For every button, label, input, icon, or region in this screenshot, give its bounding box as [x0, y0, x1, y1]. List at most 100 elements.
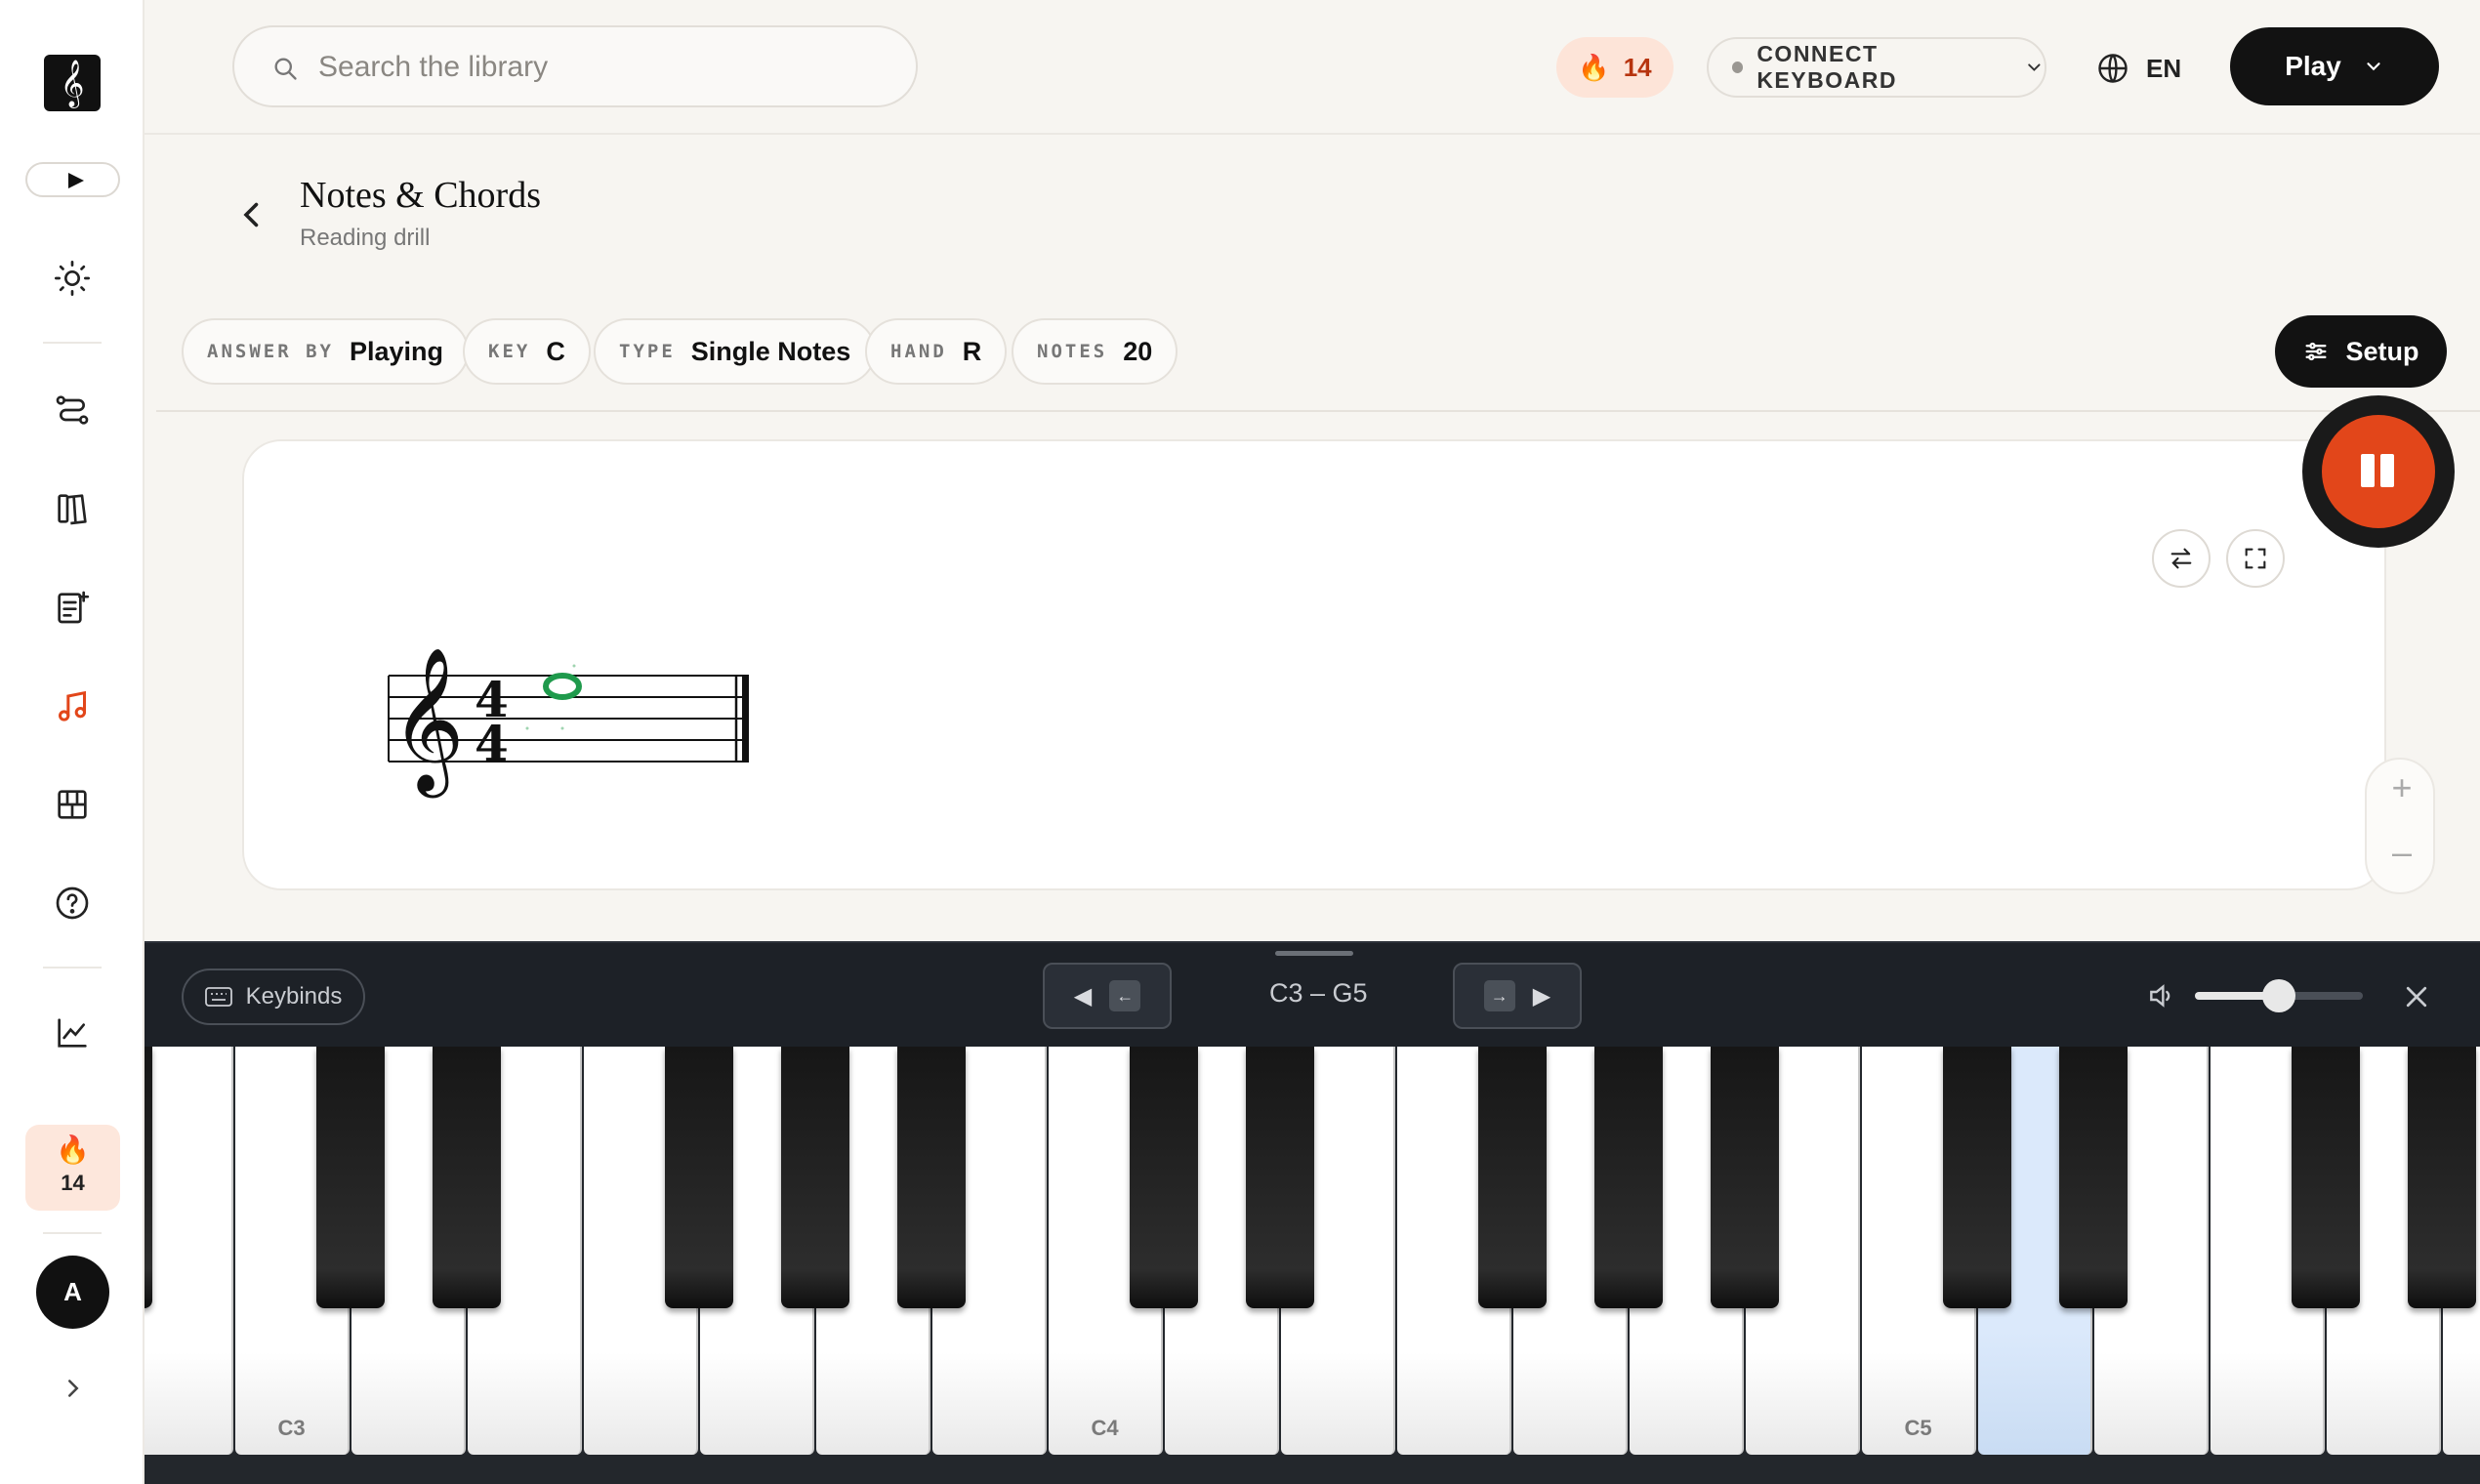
octave-down-button[interactable]: ◀ ← — [1043, 963, 1172, 1029]
triangle-right-icon: ▶ — [1532, 982, 1551, 1010]
sidebar-divider — [43, 1232, 102, 1234]
streak-count: 14 — [61, 1171, 85, 1195]
key-label: C5 — [1904, 1416, 1932, 1440]
flame-icon: 🔥 — [1578, 52, 1610, 82]
page-subtitle: Reading drill — [300, 225, 431, 251]
chart-icon[interactable] — [51, 1011, 94, 1054]
keycap: → — [1483, 980, 1515, 1011]
fullscreen-icon — [2245, 548, 2266, 569]
white-key-b2[interactable] — [145, 1047, 233, 1455]
connect-keyboard-label: CONNECT KEYBOARD — [1757, 41, 1897, 93]
chip-answer-by[interactable]: ANSWER BY Playing — [182, 318, 469, 385]
black-key-gs4[interactable] — [1594, 1047, 1663, 1308]
play-menu-button[interactable]: Play — [2230, 27, 2439, 105]
chip-key-signature[interactable]: KEY C — [463, 318, 591, 385]
time-signature-bottom: 4 — [475, 715, 509, 772]
page-title: Notes & Chords — [300, 175, 541, 216]
search-box[interactable] — [232, 25, 918, 107]
black-key-as2[interactable] — [145, 1047, 152, 1308]
drag-handle[interactable] — [1275, 951, 1353, 956]
black-key-gs5[interactable] — [2408, 1047, 2476, 1308]
piano-toolbar: Keybinds ◀ ← C3 – G5 → ▶ — [145, 941, 2480, 1047]
keyboard-range: C3 – G5 — [1269, 978, 1368, 1008]
connection-status-dot — [1732, 62, 1744, 73]
chip-type[interactable]: TYPE Single Notes — [594, 318, 877, 385]
music-staff: 𝄞 4 4 — [388, 646, 749, 798]
setup-button[interactable]: Setup — [2275, 315, 2447, 388]
volume-thumb[interactable] — [2262, 979, 2295, 1012]
zoom-in-icon[interactable]: + — [2367, 767, 2437, 808]
chip-value: C — [546, 336, 565, 366]
path-icon[interactable] — [51, 389, 94, 432]
black-key-cs5[interactable] — [1943, 1047, 2011, 1308]
piano-keyboard: C3 C4 C5 — [145, 1047, 2480, 1484]
black-key-cs4[interactable] — [1130, 1047, 1198, 1308]
chip-key: TYPE — [619, 341, 676, 362]
pause-button[interactable] — [2302, 395, 2455, 548]
close-icon[interactable] — [2402, 982, 2431, 1011]
library-icon[interactable] — [51, 487, 94, 530]
octave-up-button[interactable]: → ▶ — [1453, 963, 1582, 1029]
chip-key: HAND — [890, 341, 947, 362]
chip-hand[interactable]: HAND R — [865, 318, 1008, 385]
sun-icon[interactable] — [51, 257, 94, 300]
streak-badge[interactable]: 🔥 14 — [1556, 37, 1674, 98]
piano-icon[interactable] — [51, 783, 94, 826]
black-key-fs4[interactable] — [1478, 1047, 1547, 1308]
sidebar-divider — [43, 342, 102, 344]
black-key-fs3[interactable] — [665, 1047, 733, 1308]
fullscreen-button[interactable] — [2226, 529, 2285, 588]
sidebar-streak[interactable]: 🔥 14 — [25, 1125, 120, 1211]
quick-play-button[interactable] — [25, 162, 120, 197]
expand-sidebar-icon[interactable] — [59, 1371, 88, 1406]
language-label: EN — [2146, 53, 2182, 83]
chevron-down-icon — [2367, 62, 2380, 71]
flame-icon: 🔥 — [56, 1134, 90, 1165]
black-key-as4[interactable] — [1711, 1047, 1779, 1308]
language-selector[interactable]: EN — [2095, 43, 2181, 94]
stave-card: 𝄞 4 4 — [242, 439, 2386, 890]
black-key-gs3[interactable] — [781, 1047, 849, 1308]
back-icon[interactable] — [234, 195, 269, 234]
black-key-cs3[interactable] — [316, 1047, 385, 1308]
search-icon — [274, 58, 297, 80]
chip-value: Playing — [349, 336, 443, 366]
music-note-icon[interactable] — [51, 684, 94, 727]
chip-value: 20 — [1123, 336, 1153, 366]
volume-icon[interactable] — [2144, 980, 2179, 1011]
chip-value: Single Notes — [690, 336, 851, 366]
chip-key: ANSWER BY — [207, 341, 334, 362]
sidebar: 𝄞 🔥 14 A — [0, 0, 145, 1484]
search-input[interactable] — [318, 45, 865, 90]
globe-icon — [2098, 54, 2128, 83]
treble-clef: 𝄞 — [391, 646, 465, 798]
connect-keyboard-button[interactable]: CONNECT KEYBOARD — [1707, 37, 2046, 98]
chip-notes[interactable]: NOTES 20 — [1012, 318, 1178, 385]
black-key-ds5[interactable] — [2059, 1047, 2128, 1308]
chip-key: NOTES — [1037, 341, 1108, 362]
key-label: C4 — [1091, 1416, 1119, 1440]
final-barline — [742, 675, 749, 763]
keybinds-button[interactable]: Keybinds — [182, 969, 365, 1025]
keybinds-label: Keybinds — [245, 983, 343, 1010]
top-bar: 🔥 14 CONNECT KEYBOARD EN Play — [145, 0, 2480, 135]
key-label: C3 — [277, 1416, 306, 1440]
chevron-down-icon — [2028, 63, 2041, 71]
app-logo[interactable]: 𝄞 — [44, 55, 101, 111]
section-divider — [156, 410, 2480, 412]
black-key-ds3[interactable] — [433, 1047, 501, 1308]
help-icon[interactable] — [51, 882, 94, 925]
avatar[interactable]: A — [36, 1256, 109, 1329]
chip-value: R — [962, 336, 982, 366]
setup-label: Setup — [2345, 336, 2419, 366]
volume-slider[interactable] — [2195, 979, 2363, 1012]
sliders-icon — [2305, 342, 2327, 361]
black-key-fs5[interactable] — [2292, 1047, 2360, 1308]
swap-button[interactable] — [2152, 529, 2211, 588]
black-key-ds4[interactable] — [1246, 1047, 1314, 1308]
sheet-add-icon[interactable] — [51, 586, 94, 629]
zoom-out-icon[interactable]: – — [2367, 832, 2437, 873]
black-key-as3[interactable] — [897, 1047, 966, 1308]
keyboard-icon — [204, 987, 232, 1007]
keycap: ← — [1109, 980, 1141, 1011]
